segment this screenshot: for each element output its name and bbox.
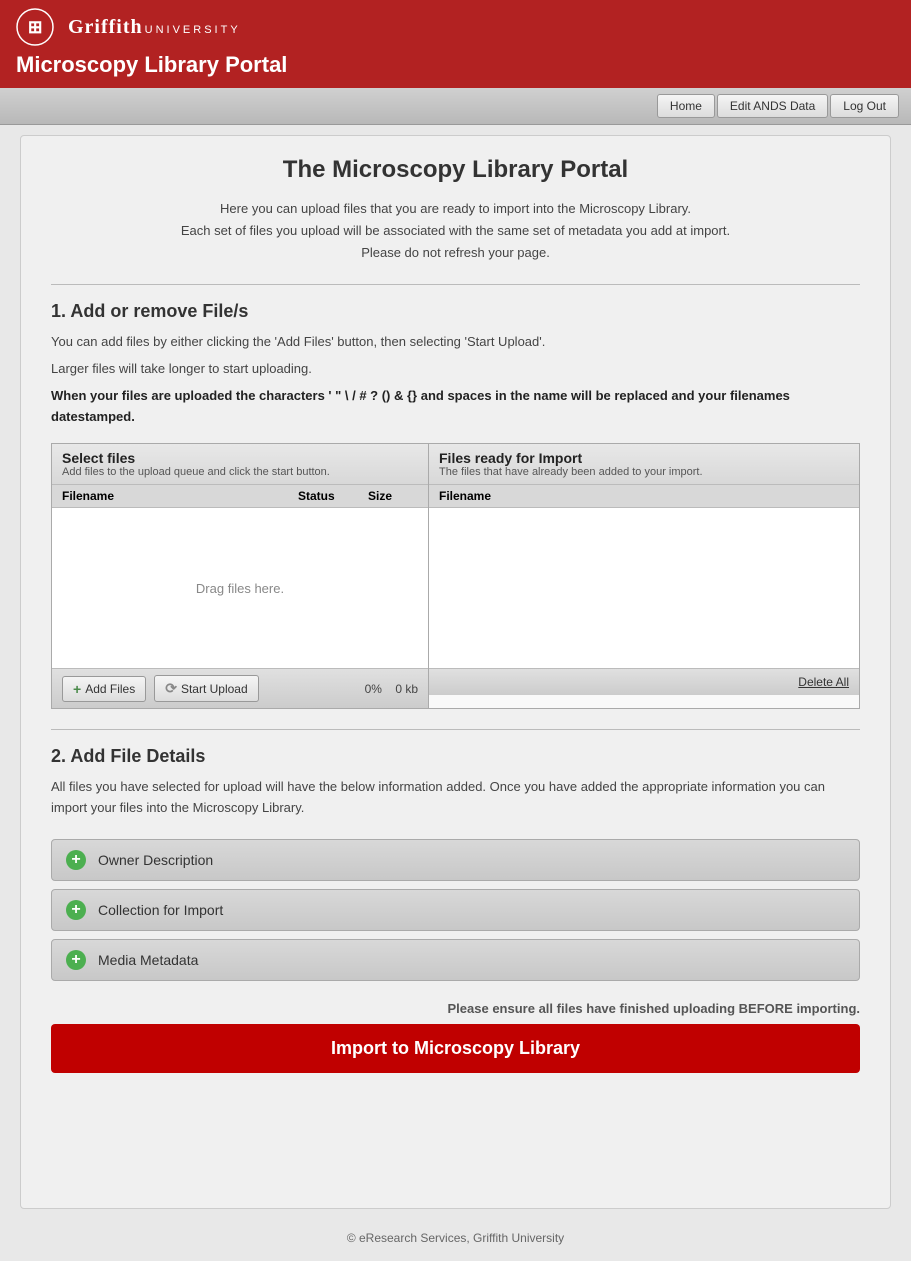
svg-text:⊞: ⊞ <box>27 17 42 37</box>
accordion-list: + Owner Description + Collection for Import… <box>51 839 860 981</box>
page-heading: The Microscopy Library Portal <box>51 156 860 184</box>
section1-desc2: Larger files will take longer to start u… <box>51 359 860 380</box>
files-ready-header: Files ready for Import The files that ha… <box>429 444 859 485</box>
accordion-plus-icon-collection-for-import: + <box>66 900 86 920</box>
drag-files-text: Drag files here. <box>196 581 284 596</box>
add-files-button[interactable]: + Add Files <box>62 676 146 702</box>
progress-size: 0 kb <box>395 682 418 696</box>
intro-line1: Here you can upload files that you are r… <box>51 198 860 220</box>
start-upload-label: Start Upload <box>181 682 248 696</box>
select-files-subtitle: Add files to the upload queue and click … <box>62 466 418 478</box>
select-files-title: Select files <box>62 450 418 466</box>
files-ready-panel: Files ready for Import The files that ha… <box>429 444 859 708</box>
accordion-item-owner-description[interactable]: + Owner Description <box>51 839 860 881</box>
upload-progress: 0% 0 kb <box>365 682 418 696</box>
intro-text: Here you can upload files that you are r… <box>51 198 860 264</box>
files-ready-title: Files ready for Import <box>439 450 849 466</box>
col-status-header: Status <box>298 489 368 503</box>
select-files-footer: + Add Files ⟳ Start Upload 0% 0 kb <box>52 668 428 708</box>
section1: 1. Add or remove File/s You can add file… <box>51 301 860 709</box>
logo-suffix: UNIVERSITY <box>145 24 241 36</box>
footer-text: © eResearch Services, Griffith Universit… <box>347 1231 564 1245</box>
intro-line3: Please do not refresh your page. <box>51 242 860 264</box>
col-size-header: Size <box>368 489 418 503</box>
section2-heading: 2. Add File Details <box>51 746 860 767</box>
start-upload-icon: ⟳ <box>165 680 177 697</box>
delete-all-link[interactable]: Delete All <box>798 675 849 689</box>
upload-container: Select files Add files to the upload que… <box>51 443 860 709</box>
select-files-columns: Filename Status Size <box>52 485 428 508</box>
section1-desc1: You can add files by either clicking the… <box>51 332 860 353</box>
select-files-header: Select files Add files to the upload que… <box>52 444 428 485</box>
files-ready-subtitle: The files that have already been added t… <box>439 466 849 478</box>
add-files-label: Add Files <box>85 682 135 696</box>
logo-name: Griffith <box>68 16 143 38</box>
accordion-label-collection-for-import: Collection for Import <box>98 902 223 918</box>
accordion-label-media-metadata: Media Metadata <box>98 952 198 968</box>
files-ready-footer: Delete All <box>429 668 859 695</box>
files-ready-col-filename: Filename <box>439 489 491 503</box>
files-ready-columns: Filename <box>429 485 859 508</box>
select-files-panel: Select files Add files to the upload que… <box>52 444 429 708</box>
accordion-item-collection-for-import[interactable]: + Collection for Import <box>51 889 860 931</box>
intro-line2: Each set of files you upload will be ass… <box>51 220 860 242</box>
add-files-icon: + <box>73 681 81 697</box>
import-button[interactable]: Import to Microscopy Library <box>51 1024 860 1073</box>
select-files-body: Drag files here. <box>52 508 428 668</box>
accordion-plus-icon-media-metadata: + <box>66 950 86 970</box>
logout-button[interactable]: Log Out <box>830 94 899 118</box>
nav-bar: Home Edit ANDS Data Log Out <box>0 88 911 125</box>
header-logo: ⊞ GriffithUNIVERSITY <box>16 8 895 46</box>
site-title: Microscopy Library Portal <box>16 52 895 78</box>
accordion-label-owner-description: Owner Description <box>98 852 213 868</box>
page-footer: © eResearch Services, Griffith Universit… <box>0 1219 911 1261</box>
accordion-item-media-metadata[interactable]: + Media Metadata <box>51 939 860 981</box>
section1-desc3: When your files are uploaded the charact… <box>51 386 860 428</box>
files-ready-body <box>429 508 859 668</box>
divider2 <box>51 729 860 730</box>
section1-heading: 1. Add or remove File/s <box>51 301 860 322</box>
home-button[interactable]: Home <box>657 94 715 118</box>
col-filename-header: Filename <box>62 489 298 503</box>
progress-pct: 0% <box>365 682 382 696</box>
divider1 <box>51 284 860 285</box>
section2-desc: All files you have selected for upload w… <box>51 777 860 819</box>
section2: 2. Add File Details All files you have s… <box>51 746 860 1073</box>
import-area: Please ensure all files have finished up… <box>51 1001 860 1073</box>
main-content: The Microscopy Library Portal Here you c… <box>20 135 891 1209</box>
import-warning: Please ensure all files have finished up… <box>51 1001 860 1016</box>
start-upload-button[interactable]: ⟳ Start Upload <box>154 675 258 702</box>
header: ⊞ GriffithUNIVERSITY Microscopy Library … <box>0 0 911 88</box>
griffith-logo-icon: ⊞ <box>16 8 54 46</box>
accordion-plus-icon-owner-description: + <box>66 850 86 870</box>
edit-ands-button[interactable]: Edit ANDS Data <box>717 94 828 118</box>
